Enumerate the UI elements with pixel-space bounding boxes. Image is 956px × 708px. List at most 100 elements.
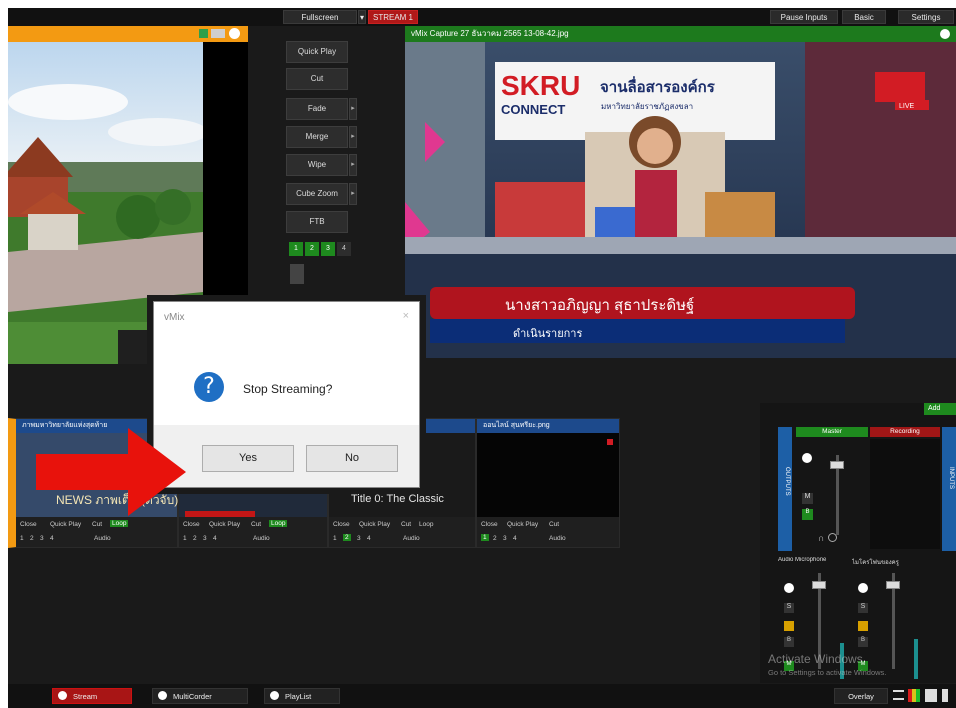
more-icon[interactable] — [942, 689, 948, 702]
fade-button[interactable]: Fade — [286, 98, 348, 120]
channel-2-gear-icon[interactable] — [858, 583, 868, 593]
master-solo-icon[interactable] — [828, 533, 837, 542]
input-4-num-3[interactable]: 3 — [503, 535, 507, 542]
page-4-button[interactable]: 4 — [337, 242, 351, 256]
input-4-cut[interactable]: Cut — [549, 521, 559, 528]
recording-label: Recording — [870, 427, 940, 437]
input-3-quick-play[interactable]: Quick Play — [359, 521, 390, 528]
input-3-cut[interactable]: Cut — [401, 521, 411, 528]
quick-play-button[interactable]: Quick Play — [286, 41, 348, 63]
input-3-loop[interactable]: Loop — [419, 521, 433, 528]
channel-1-gear-icon[interactable] — [784, 583, 794, 593]
close-icon[interactable]: × — [403, 310, 409, 322]
preview-gear-icon[interactable] — [229, 28, 240, 39]
no-button[interactable]: No — [306, 445, 398, 472]
input-2-num-1[interactable]: 1 — [183, 535, 187, 542]
overlay-button[interactable]: Overlay — [834, 688, 888, 704]
stream-status-badge[interactable]: STREAM 1 — [368, 10, 418, 24]
input-3-close[interactable]: Close — [333, 521, 350, 528]
input-2-num-4[interactable]: 4 — [213, 535, 217, 542]
input-2-num-2[interactable]: 2 — [193, 535, 197, 542]
input-2-loop[interactable]: Loop — [269, 520, 288, 527]
input-1-num-4[interactable]: 4 — [50, 535, 54, 542]
output-panel[interactable]: vMix Capture 27 ธันวาคม 2565 13-08-42.jp… — [405, 26, 956, 358]
input-3-audio[interactable]: Audio — [403, 535, 420, 542]
channel-2-s-button[interactable]: S — [858, 603, 868, 613]
multicorder-button[interactable]: MultiCorder — [152, 688, 248, 704]
channel-2-bus-a[interactable] — [858, 621, 868, 631]
merge-options[interactable]: ▸ — [349, 126, 357, 148]
input-3-num-4[interactable]: 4 — [367, 535, 371, 542]
input-3-num-3[interactable]: 3 — [357, 535, 361, 542]
headphones-icon[interactable]: ∩ — [818, 533, 824, 543]
channel-1-bus-a[interactable] — [784, 621, 794, 631]
input-4-num-2[interactable]: 2 — [493, 535, 497, 542]
stream-button[interactable]: Stream — [52, 688, 132, 704]
add-audio-button[interactable]: Add — [924, 403, 956, 415]
input-4-num-4[interactable]: 4 — [513, 535, 517, 542]
fullscreen-dropdown[interactable]: ▾ — [358, 10, 366, 24]
vmix-window: Fullscreen ▾ STREAM 1 Pause Inputs Basic… — [8, 8, 956, 708]
input-1-num-2[interactable]: 2 — [30, 535, 34, 542]
output-gear-icon[interactable] — [940, 29, 950, 39]
master-m-button[interactable]: M — [802, 493, 813, 504]
tbar-slider[interactable] — [290, 264, 304, 284]
input-1-audio[interactable]: Audio — [94, 535, 111, 542]
input-2-audio[interactable]: Audio — [253, 535, 270, 542]
channel-1-s-button[interactable]: S — [784, 603, 794, 613]
channel-1-fader-knob[interactable] — [812, 581, 826, 589]
wipe-options[interactable]: ▸ — [349, 154, 357, 176]
master-on-button[interactable]: B — [802, 509, 813, 520]
input-1-num-3[interactable]: 3 — [40, 535, 44, 542]
input-1-close[interactable]: Close — [20, 521, 37, 528]
merge-button[interactable]: Merge — [286, 126, 348, 148]
dialog-title: vMix — [164, 312, 185, 323]
outputs-tab[interactable]: OUTPUTS — [778, 427, 792, 551]
fullscreen-button[interactable]: Fullscreen — [283, 10, 357, 24]
pause-inputs-button[interactable]: Pause Inputs — [770, 10, 838, 24]
banner-title: จานลื่อสารองค์กร — [600, 79, 715, 96]
yes-button[interactable]: Yes — [202, 445, 294, 472]
input-2-close[interactable]: Close — [183, 521, 200, 528]
input-2-quick-play[interactable]: Quick Play — [209, 521, 240, 528]
input-4-audio[interactable]: Audio — [549, 535, 566, 542]
input-4-close[interactable]: Close — [481, 521, 498, 528]
inputs-tab[interactable]: INPUTS — [942, 427, 956, 551]
grid-view-icon[interactable] — [925, 689, 937, 702]
preview-color-icon[interactable] — [199, 29, 208, 38]
activate-windows-title: Activate Windows — [768, 652, 863, 666]
channel-2-fader-knob[interactable] — [886, 581, 900, 589]
input-4-num-1[interactable]: 1 — [481, 534, 489, 541]
input-1-num-1[interactable]: 1 — [20, 535, 24, 542]
playlist-button[interactable]: PlayList — [264, 688, 340, 704]
wipe-button[interactable]: Wipe — [286, 154, 348, 176]
input-3-num-2[interactable]: 2 — [343, 534, 351, 541]
list-view-icon[interactable] — [893, 690, 904, 700]
preview-header — [8, 26, 248, 42]
fade-options[interactable]: ▸ — [349, 98, 357, 120]
channel-2-bus-b[interactable]: B — [858, 637, 868, 647]
page-1-button[interactable]: 1 — [289, 242, 303, 256]
settings-button[interactable]: Settings — [898, 10, 954, 24]
ftb-button[interactable]: FTB — [286, 211, 348, 233]
color-bars-icon[interactable] — [908, 689, 920, 702]
channel-2-meter — [914, 639, 918, 679]
input-4-quick-play[interactable]: Quick Play — [507, 521, 538, 528]
input-1-cut[interactable]: Cut — [92, 521, 102, 528]
master-fader-knob[interactable] — [830, 461, 844, 469]
channel-1-bus-b[interactable]: B — [784, 637, 794, 647]
input-1-loop[interactable]: Loop — [110, 520, 129, 527]
master-gear-icon[interactable] — [802, 453, 812, 463]
input-3-num-1[interactable]: 1 — [333, 535, 337, 542]
page-2-button[interactable]: 2 — [305, 242, 319, 256]
input-4[interactable]: ออนไลน์ สุนทรียะ.png Close Quick Play Cu… — [476, 418, 620, 548]
input-2-num-3[interactable]: 3 — [203, 535, 207, 542]
preview-layout-icon[interactable] — [211, 29, 225, 38]
cube-zoom-options[interactable]: ▸ — [349, 183, 357, 205]
input-1-quick-play[interactable]: Quick Play — [50, 521, 81, 528]
cube-zoom-button[interactable]: Cube Zoom — [286, 183, 348, 205]
basic-button[interactable]: Basic — [842, 10, 886, 24]
page-3-button[interactable]: 3 — [321, 242, 335, 256]
input-2-cut[interactable]: Cut — [251, 521, 261, 528]
cut-button[interactable]: Cut — [286, 68, 348, 90]
